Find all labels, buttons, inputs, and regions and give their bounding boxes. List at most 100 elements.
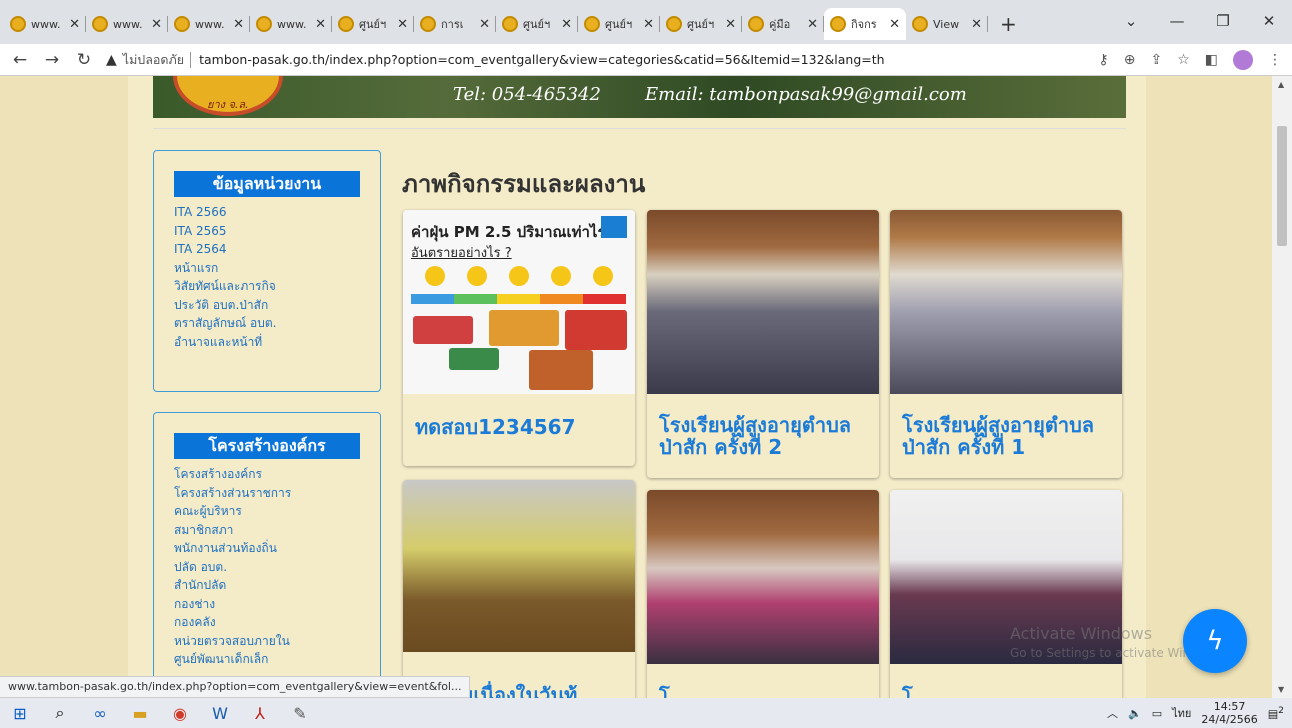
sidebar-link[interactable]: หน้าแรก	[174, 259, 380, 278]
notification-icon[interactable]: ▤2	[1268, 705, 1284, 721]
close-tab-icon[interactable]: ✕	[479, 17, 490, 32]
close-tab-icon[interactable]: ✕	[151, 17, 162, 32]
browser-tab[interactable]: www. ✕	[250, 8, 332, 40]
browser-tab[interactable]: View ✕	[906, 8, 988, 40]
gallery-card[interactable]: ค่าฝุ่น PM 2.5 ปริมาณเท่าไร อันตรายอย่าง…	[403, 210, 635, 466]
tab-search-icon[interactable]: ⌄	[1108, 6, 1154, 36]
gallery-card[interactable]: โ	[647, 490, 879, 698]
restore-icon[interactable]: ❐	[1200, 6, 1246, 36]
sidebar-link[interactable]: กองช่าง	[174, 595, 380, 614]
back-icon[interactable]: ←	[8, 50, 32, 70]
browser-tab[interactable]: ศูนย์ฯ ✕	[332, 8, 414, 40]
browser-tab-active[interactable]: กิจกร ✕	[824, 8, 906, 40]
sidebar-link[interactable]: ประวัติ อบต.ป่าสัก	[174, 296, 380, 315]
acrobat-icon[interactable]: ⅄	[240, 704, 280, 723]
sidebar-link[interactable]: สำนักปลัด	[174, 576, 380, 595]
gallery-card-title[interactable]: โ	[647, 664, 879, 698]
input-language[interactable]: ไทย	[1172, 704, 1191, 722]
system-clock[interactable]: 14:57 24/4/2566	[1201, 700, 1257, 726]
profile-avatar-icon[interactable]	[1233, 50, 1253, 70]
zoom-icon[interactable]: ⊕	[1124, 52, 1136, 68]
system-tray: ︿ 🔈 ▭ ไทย 14:57 24/4/2566 ▤2	[1107, 698, 1284, 728]
sidebar-link[interactable]: ITA 2566	[174, 203, 380, 222]
gallery-card-title[interactable]: โรงเรียนผู้สูงอายุตำบลป่าสัก ครั้งที่ 2	[647, 394, 879, 468]
gallery-thumbnail[interactable]	[890, 210, 1122, 394]
browser-tab[interactable]: การเ ✕	[414, 8, 496, 40]
close-tab-icon[interactable]: ✕	[397, 17, 408, 32]
close-tab-icon[interactable]: ✕	[971, 17, 982, 32]
tab-title: ศูนย์ฯ	[359, 18, 387, 31]
gallery-thumbnail[interactable]: ค่าฝุ่น PM 2.5 ปริมาณเท่าไร อันตรายอย่าง…	[403, 210, 635, 394]
sidebar-link[interactable]: ตราสัญลักษณ์ อบต.	[174, 314, 380, 333]
url-field[interactable]: ▲ ไม่ปลอดภัย tambon-pasak.go.th/index.ph…	[106, 47, 1046, 73]
gallery-card[interactable]: โรงเรียนผู้สูงอายุตำบลป่าสัก ครั้งที่ 2	[647, 210, 879, 478]
url-text[interactable]: tambon-pasak.go.th/index.php?option=com_…	[199, 52, 885, 67]
sidebar-link[interactable]: กองคลัง	[174, 613, 380, 632]
windows-start-icon[interactable]: ⊞	[0, 704, 40, 723]
minimize-icon[interactable]: —	[1154, 6, 1200, 36]
gallery-card-title[interactable]: โ	[890, 664, 1122, 698]
scrollbar-thumb[interactable]	[1277, 126, 1287, 246]
scroll-down-icon[interactable]: ▼	[1278, 685, 1284, 694]
browser-tab[interactable]: www. ✕	[4, 8, 86, 40]
sidebar-link[interactable]: อำนาจและหน้าที่	[174, 333, 380, 352]
new-tab-icon[interactable]: +	[988, 8, 1029, 40]
close-tab-icon[interactable]: ✕	[807, 17, 818, 32]
browser-tab[interactable]: www. ✕	[86, 8, 168, 40]
volume-icon[interactable]: 🔈	[1128, 707, 1142, 720]
close-tab-icon[interactable]: ✕	[233, 17, 244, 32]
side-panel-icon[interactable]: ◧	[1205, 52, 1218, 68]
gallery-card[interactable]: จกรรมเนื่องในวันท้	[403, 480, 635, 698]
security-label[interactable]: ไม่ปลอดภัย	[123, 50, 184, 70]
sidebar-link[interactable]: ศูนย์พัฒนาเด็กเล็ก	[174, 650, 380, 669]
page-scrollbar[interactable]: ▲ ▼	[1272, 76, 1292, 698]
tray-chevron-icon[interactable]: ︿	[1107, 705, 1118, 721]
gallery-card[interactable]: โรงเรียนผู้สูงอายุตำบลป่าสัก ครั้งที่ 1	[890, 210, 1122, 478]
browser-tab[interactable]: คู่มือ ✕	[742, 8, 824, 40]
gallery-thumbnail[interactable]	[647, 490, 879, 664]
reload-icon[interactable]: ↻	[72, 50, 96, 70]
file-explorer-icon[interactable]: ▬	[120, 704, 160, 723]
warning-icon[interactable]: ▲	[106, 52, 117, 68]
gallery-thumbnail[interactable]	[647, 210, 879, 394]
webex-icon[interactable]: ∞	[80, 704, 120, 723]
browser-tab[interactable]: www. ✕	[168, 8, 250, 40]
close-window-icon[interactable]: ✕	[1246, 6, 1292, 36]
close-tab-icon[interactable]: ✕	[561, 17, 572, 32]
browser-tab[interactable]: ศูนย์ฯ ✕	[660, 8, 742, 40]
gallery-thumbnail[interactable]	[403, 480, 635, 652]
sidebar-link[interactable]: ปลัด อบต.	[174, 558, 380, 577]
close-tab-icon[interactable]: ✕	[725, 17, 736, 32]
close-tab-icon[interactable]: ✕	[889, 17, 900, 32]
sidebar-link[interactable]: หน่วยตรวจสอบภายใน	[174, 632, 380, 651]
paint-icon[interactable]: ✎	[280, 704, 320, 723]
sidebar-link[interactable]: ITA 2565	[174, 222, 380, 241]
gallery-card-title[interactable]: ทดสอบ1234567	[403, 394, 635, 448]
sidebar-link[interactable]: วิสัยทัศน์และภารกิจ	[174, 277, 380, 296]
share-icon[interactable]: ⇪	[1150, 52, 1162, 68]
sidebar-link[interactable]: สมาชิกสภา	[174, 521, 380, 540]
close-tab-icon[interactable]: ✕	[69, 17, 80, 32]
close-tab-icon[interactable]: ✕	[315, 17, 326, 32]
sidebar-link[interactable]: คณะผู้บริหาร	[174, 502, 380, 521]
status-url-bar: www.tambon-pasak.go.th/index.php?option=…	[0, 676, 471, 698]
sidebar-link[interactable]: ITA 2564	[174, 240, 380, 259]
chrome-icon[interactable]: ◉	[160, 704, 200, 723]
word-icon[interactable]: W	[200, 704, 240, 723]
gallery-card-title[interactable]: โรงเรียนผู้สูงอายุตำบลป่าสัก ครั้งที่ 1	[890, 394, 1122, 468]
search-icon[interactable]: ⌕	[40, 703, 80, 723]
close-tab-icon[interactable]: ✕	[643, 17, 654, 32]
password-key-icon[interactable]: ⚷	[1098, 52, 1108, 68]
sidebar-link[interactable]: พนักงานส่วนท้องถิ่น	[174, 539, 380, 558]
menu-kebab-icon[interactable]: ⋮	[1268, 52, 1282, 68]
browser-tab[interactable]: ศูนย์ฯ ✕	[578, 8, 660, 40]
messenger-chat-button[interactable]: ϟ	[1183, 609, 1247, 673]
sidebar-link[interactable]: โครงสร้างส่วนราชการ	[174, 484, 380, 503]
forward-icon[interactable]: →	[40, 50, 64, 70]
gallery-card[interactable]: โ	[890, 490, 1122, 698]
scroll-up-icon[interactable]: ▲	[1278, 80, 1284, 89]
sidebar-link[interactable]: โครงสร้างองค์กร	[174, 465, 380, 484]
network-icon[interactable]: ▭	[1152, 707, 1162, 720]
bookmark-star-icon[interactable]: ☆	[1177, 52, 1190, 68]
browser-tab[interactable]: ศูนย์ฯ ✕	[496, 8, 578, 40]
